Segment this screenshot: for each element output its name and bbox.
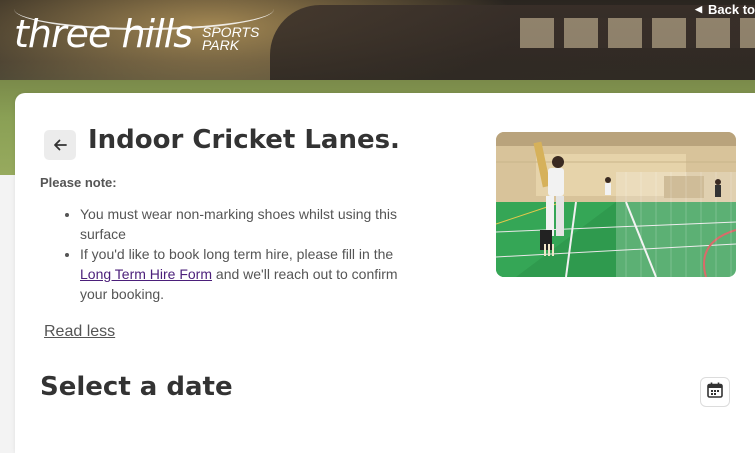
- note-text: If you'd like to book long term hire, pl…: [80, 246, 394, 262]
- list-item: You must wear non-marking shoes whilst u…: [80, 204, 400, 244]
- list-item: If you'd like to book long term hire, pl…: [80, 244, 400, 304]
- site-logo[interactable]: three hills SPORTS PARK: [14, 14, 274, 54]
- page-title: Indoor Cricket Lanes.: [88, 125, 400, 155]
- back-button[interactable]: [44, 130, 76, 160]
- logo-subtext: SPORTS PARK: [202, 25, 259, 53]
- back-to-link[interactable]: ◀ Back to: [695, 2, 755, 17]
- logo-sub-line2: PARK: [202, 37, 240, 53]
- long-term-hire-form-link[interactable]: Long Term Hire Form: [80, 266, 212, 282]
- caret-left-icon: ◀: [695, 4, 703, 14]
- note-heading: Please note:: [40, 175, 117, 190]
- calendar-button[interactable]: [700, 377, 730, 407]
- select-date-heading: Select a date: [40, 372, 233, 402]
- note-text: You must wear non-marking shoes whilst u…: [80, 206, 397, 242]
- facility-image: [496, 132, 736, 277]
- back-to-label: Back to: [708, 2, 755, 17]
- read-less-link[interactable]: Read less: [44, 323, 115, 341]
- banner-windows: [520, 18, 755, 48]
- calendar-icon: [706, 381, 724, 404]
- notes-list: You must wear non-marking shoes whilst u…: [60, 204, 400, 304]
- arrow-left-icon: [52, 137, 68, 153]
